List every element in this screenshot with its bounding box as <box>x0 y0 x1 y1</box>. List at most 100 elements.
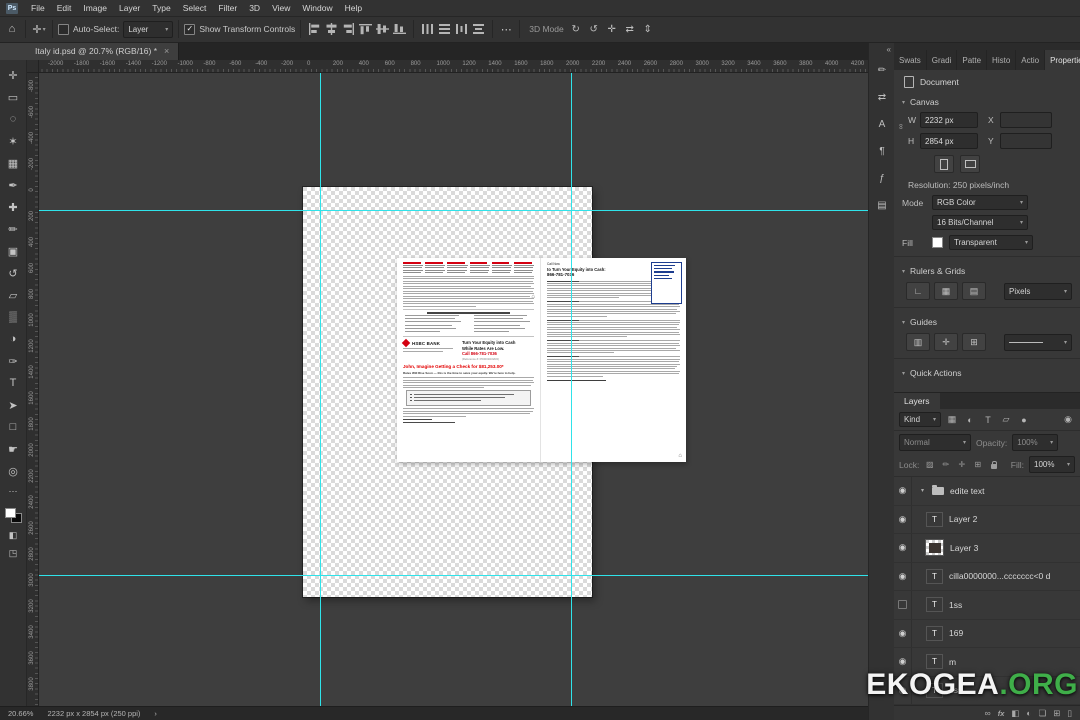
tab-properties[interactable]: Properties <box>1045 50 1080 70</box>
menu-layer[interactable]: Layer <box>113 0 146 16</box>
distribute-left-icon[interactable] <box>453 21 470 38</box>
text-layer-thumbnail[interactable]: T <box>926 654 943 670</box>
delete-layer-icon[interactable]: ▯ <box>1067 708 1072 719</box>
menu-window[interactable]: Window <box>296 0 338 16</box>
eraser-tool[interactable]: ▱ <box>3 285 23 305</box>
eye-hidden-icon[interactable] <box>894 591 912 619</box>
menu-file[interactable]: File <box>25 0 51 16</box>
horizontal-ruler[interactable]: -2000 -1800 -1600 -1400 -1200 -1000 -800 -600 -4… <box>26 60 868 73</box>
eye-icon[interactable]: ◉ <box>894 477 912 505</box>
glyphs-panel-icon[interactable]: ƒ <box>872 168 892 188</box>
move-tool[interactable]: ✛ <box>3 65 23 85</box>
app-icon[interactable]: Ps <box>6 2 18 14</box>
tab-patte[interactable]: Patte <box>957 50 988 70</box>
character-panel-icon[interactable]: A <box>872 114 892 134</box>
layer-row[interactable]: ◉ T 169 <box>894 619 1080 648</box>
3d-mode-icon-0[interactable]: ↻ <box>568 21 584 37</box>
tab-close-icon[interactable]: × <box>164 46 169 56</box>
align-top-edges-icon[interactable] <box>357 21 374 38</box>
home-icon[interactable]: ⌂ <box>4 20 20 38</box>
tab-actio[interactable]: Actio <box>1016 50 1046 70</box>
canvas-section-header[interactable]: ▾ Canvas <box>894 92 1080 110</box>
marquee-tool[interactable]: ▭ <box>3 87 23 107</box>
menu-help[interactable]: Help <box>339 0 368 16</box>
quick-mask-icon[interactable]: ◧ <box>3 527 23 543</box>
blend-mode-dropdown[interactable]: Normal ▾ <box>899 434 971 451</box>
edit-toolbar-icon[interactable]: ⋯ <box>3 483 23 499</box>
layer-row[interactable]: ◉ Tcilla0000000...ccccccc<0 d <box>894 562 1080 591</box>
distribute-vertical-icon[interactable] <box>436 21 453 38</box>
new-layer-icon[interactable]: ⊞ <box>1053 708 1060 719</box>
layer-mask-icon[interactable]: ◧ <box>1011 708 1019 719</box>
eye-icon[interactable]: ◉ <box>894 562 912 590</box>
toggle-grid-button[interactable]: ▦ <box>934 282 958 300</box>
filter-toggle-icon[interactable]: ◉ <box>1061 413 1075 427</box>
canvas-fill-dropdown[interactable]: Transparent ▾ <box>949 235 1033 250</box>
menu-3d[interactable]: 3D <box>243 0 266 16</box>
more-options-icon[interactable]: ⋯ <box>498 20 514 38</box>
libraries-panel-icon[interactable]: ▤ <box>872 195 892 215</box>
filter-smart-objects-icon[interactable]: ● <box>1017 413 1031 427</box>
history-brush-tool[interactable]: ↺ <box>3 263 23 283</box>
link-layers-icon[interactable]: ∞ <box>985 708 991 718</box>
guide[interactable] <box>38 575 868 576</box>
portrait-orientation-button[interactable] <box>934 155 954 173</box>
guide[interactable] <box>38 210 868 211</box>
color-mode-dropdown[interactable]: RGB Color ▾ <box>932 195 1028 210</box>
align-bottom-edges-icon[interactable] <box>391 21 408 38</box>
menu-edit[interactable]: Edit <box>51 0 78 16</box>
layer-row[interactable]: T 1ss <box>894 591 1080 620</box>
bit-depth-dropdown[interactable]: 16 Bits/Channel ▾ <box>932 215 1028 230</box>
distribute-top-icon[interactable] <box>470 21 487 38</box>
lock-pixels-icon[interactable]: ✏ <box>940 459 951 471</box>
screen-mode-icon[interactable]: ◳ <box>3 545 23 561</box>
auto-select-target-dropdown[interactable]: Layer ▾ <box>123 20 174 38</box>
fill-dropdown[interactable]: 100% ▾ <box>1029 456 1075 473</box>
gradient-tool[interactable]: ▒ <box>3 307 23 327</box>
menu-view[interactable]: View <box>266 0 296 16</box>
landscape-orientation-button[interactable] <box>960 155 980 173</box>
3d-mode-icon-1[interactable]: ↺ <box>586 21 602 37</box>
distribute-horizontal-icon[interactable] <box>419 21 436 38</box>
layer-filter-kind-dropdown[interactable]: Kind ▾ <box>899 412 941 427</box>
eye-icon[interactable]: ◉ <box>894 534 912 562</box>
new-group-icon[interactable]: ❏ <box>1039 708 1047 719</box>
text-layer-thumbnail[interactable]: T <box>926 597 943 613</box>
lock-all-icon[interactable] <box>988 459 999 471</box>
brush-tool[interactable]: ✏ <box>3 219 23 239</box>
eye-icon[interactable]: ◉ <box>894 505 912 533</box>
filter-adjustment-layers-icon[interactable]: ◐ <box>963 413 977 427</box>
guide[interactable] <box>571 72 572 706</box>
active-tool-icon[interactable]: ✛ ▾ <box>31 20 47 38</box>
rulers-grids-section-header[interactable]: ▾ Rulers & Grids <box>894 261 1080 279</box>
filter-type-layers-icon[interactable]: T <box>981 413 995 427</box>
tab-layers[interactable]: Layers <box>894 393 940 409</box>
clear-guides-button[interactable]: ⊞ <box>962 333 986 351</box>
foreground-background-colors[interactable] <box>4 508 22 523</box>
3d-mode-icon-2[interactable]: ✛ <box>604 21 620 37</box>
menu-type[interactable]: Type <box>146 0 176 16</box>
crop-tool[interactable]: ▦ <box>3 153 23 173</box>
toggle-guides-button[interactable]: ▥ <box>906 333 930 351</box>
hand-tool[interactable]: ☛ <box>3 439 23 459</box>
quick-actions-section-header[interactable]: ▾ Quick Actions <box>894 363 1080 381</box>
tab-swats[interactable]: Swats <box>894 50 927 70</box>
group-expand-icon[interactable]: ▾ <box>921 487 924 494</box>
filter-pixel-layers-icon[interactable]: ▦ <box>945 413 959 427</box>
opacity-dropdown[interactable]: 100% ▾ <box>1012 434 1059 451</box>
brushes-panel-icon[interactable]: ✏ <box>872 60 892 80</box>
layer-row[interactable]: ◉ T Layer 2 <box>894 505 1080 534</box>
eye-icon[interactable]: ◉ <box>894 619 912 647</box>
tab-histo[interactable]: Histo <box>987 50 1017 70</box>
clone-source-panel-icon[interactable]: ⇄ <box>872 87 892 107</box>
clone-stamp-tool[interactable]: ▣ <box>3 241 23 261</box>
text-layer-thumbnail[interactable]: T <box>926 625 943 641</box>
text-layer-thumbnail[interactable]: T <box>926 568 943 584</box>
adjustment-layer-icon[interactable]: ◐ <box>1026 708 1031 718</box>
blur-tool[interactable]: ◑ <box>3 329 23 349</box>
paragraph-panel-icon[interactable]: ¶ <box>872 141 892 161</box>
auto-select-checkbox[interactable]: ✓ <box>58 23 69 35</box>
tab-gradi[interactable]: Gradi <box>927 50 958 70</box>
guide-style-dropdown[interactable]: ▾ <box>1004 333 1072 351</box>
status-arrow-icon[interactable]: › <box>154 709 157 718</box>
